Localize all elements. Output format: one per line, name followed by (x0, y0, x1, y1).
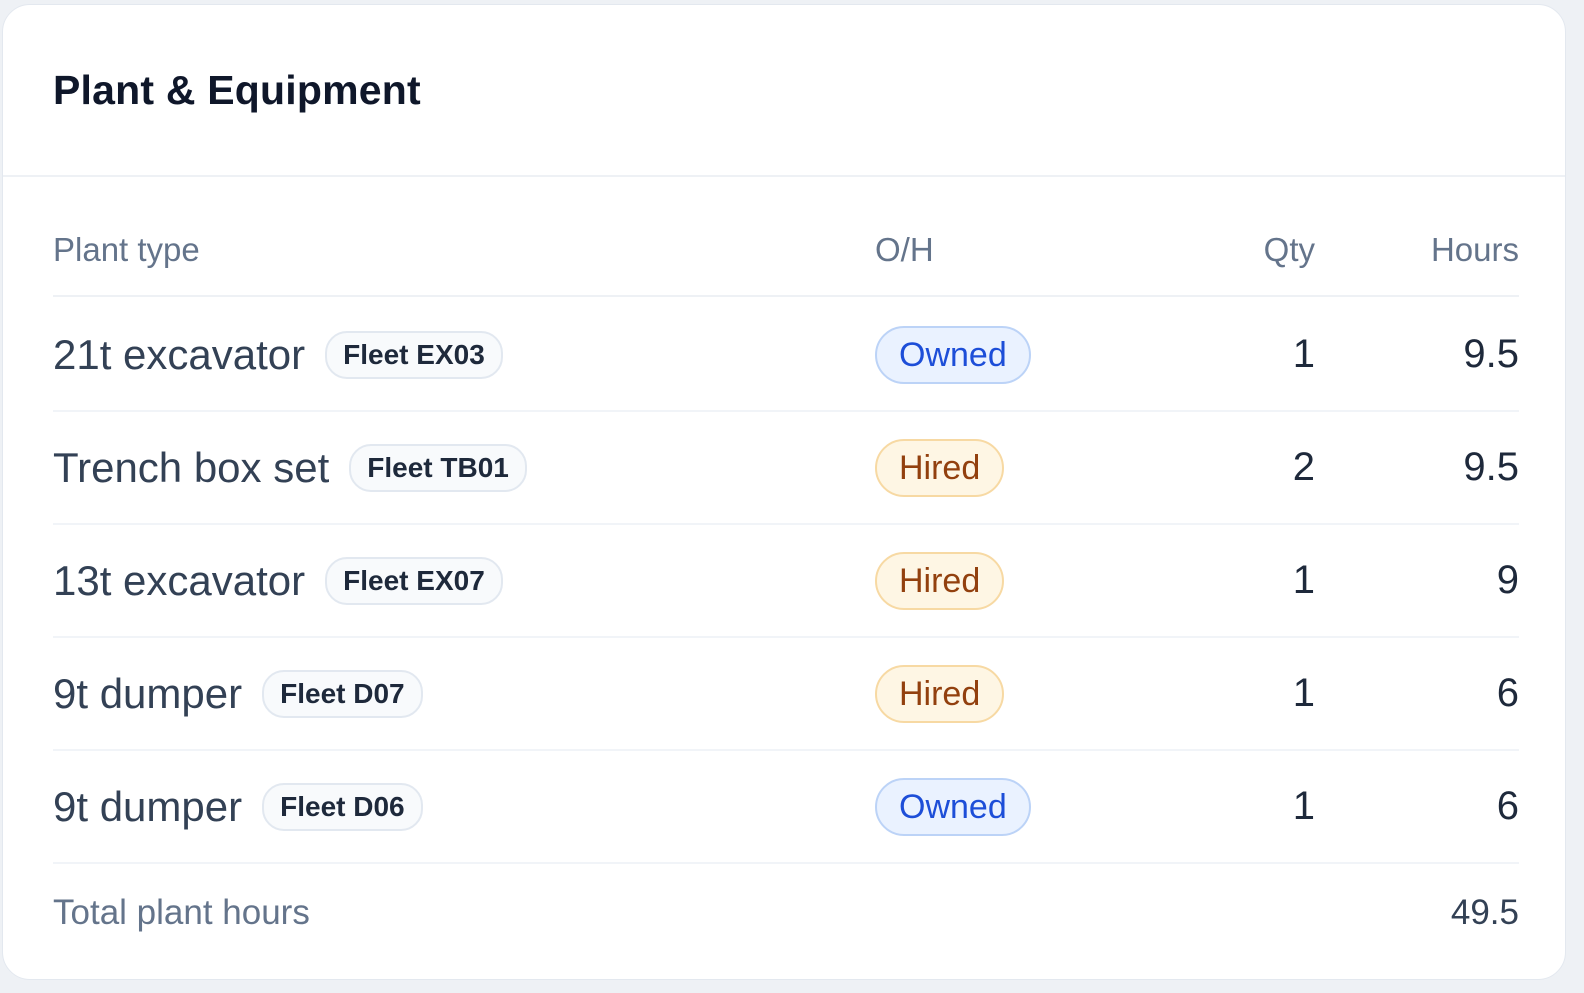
hours-cell: 6 (1496, 784, 1519, 828)
plant-equipment-card: Plant & Equipment Plant type O/H Qty Hou… (2, 4, 1566, 980)
table-row: 13t excavator Fleet EX07 Hired 1 9 (53, 525, 1519, 638)
qty-cell: 2 (1292, 445, 1315, 489)
fleet-tag: Fleet D06 (262, 782, 423, 831)
oh-cell: Hired (875, 412, 1005, 523)
fleet-tag: Fleet EX07 (325, 556, 503, 605)
column-header-owned-hired: O/H (875, 231, 934, 268)
plant-type-cell: Trench box set Fleet TB01 (53, 412, 527, 523)
plant-type-cell: 21t excavator Fleet EX03 (53, 299, 503, 410)
hours-cell: 6 (1496, 671, 1519, 715)
fleet-tag: Fleet TB01 (349, 443, 527, 492)
hours-cell: 9.5 (1463, 332, 1519, 376)
total-row: Total plant hours 49.5 (53, 865, 1519, 961)
plant-name: 13t excavator (53, 556, 306, 604)
oh-cell: Owned (875, 299, 1031, 410)
total-value: 49.5 (1450, 893, 1519, 932)
plant-type-cell: 9t dumper Fleet D07 (53, 638, 423, 749)
hours-cell: 9 (1496, 558, 1519, 602)
column-header-plant-type: Plant type (53, 231, 200, 268)
fleet-tag: Fleet EX03 (325, 330, 503, 379)
qty-cell: 1 (1292, 332, 1315, 376)
table-row: 9t dumper Fleet D07 Hired 1 6 (53, 638, 1519, 751)
total-label: Total plant hours (53, 893, 310, 932)
hired-badge: Hired (875, 438, 1005, 497)
plant-name: 21t excavator (53, 330, 306, 378)
oh-cell: Owned (875, 751, 1031, 862)
plant-name: 9t dumper (53, 669, 243, 717)
column-header-hours: Hours (1430, 231, 1519, 268)
fleet-tag: Fleet D07 (262, 669, 423, 718)
hours-cell: 9.5 (1463, 445, 1519, 489)
owned-badge: Owned (875, 777, 1031, 836)
qty-cell: 1 (1292, 558, 1315, 602)
plant-name: Trench box set (53, 443, 330, 491)
plant-name: 9t dumper (53, 782, 243, 830)
column-header-qty: Qty (1263, 231, 1315, 268)
qty-cell: 1 (1292, 784, 1315, 828)
hired-badge: Hired (875, 664, 1005, 723)
table-header-row: Plant type O/H Qty Hours (53, 205, 1519, 297)
table-row: 21t excavator Fleet EX03 Owned 1 9.5 (53, 299, 1519, 412)
oh-cell: Hired (875, 638, 1005, 749)
card-title: Plant & Equipment (53, 67, 421, 113)
owned-badge: Owned (875, 325, 1031, 384)
card-header: Plant & Equipment (3, 5, 1565, 177)
hired-badge: Hired (875, 551, 1005, 610)
qty-cell: 1 (1292, 671, 1315, 715)
table-row: 9t dumper Fleet D06 Owned 1 6 (53, 751, 1519, 864)
table-row: Trench box set Fleet TB01 Hired 2 9.5 (53, 412, 1519, 525)
plant-type-cell: 9t dumper Fleet D06 (53, 751, 423, 862)
plant-type-cell: 13t excavator Fleet EX07 (53, 525, 503, 636)
oh-cell: Hired (875, 525, 1005, 636)
